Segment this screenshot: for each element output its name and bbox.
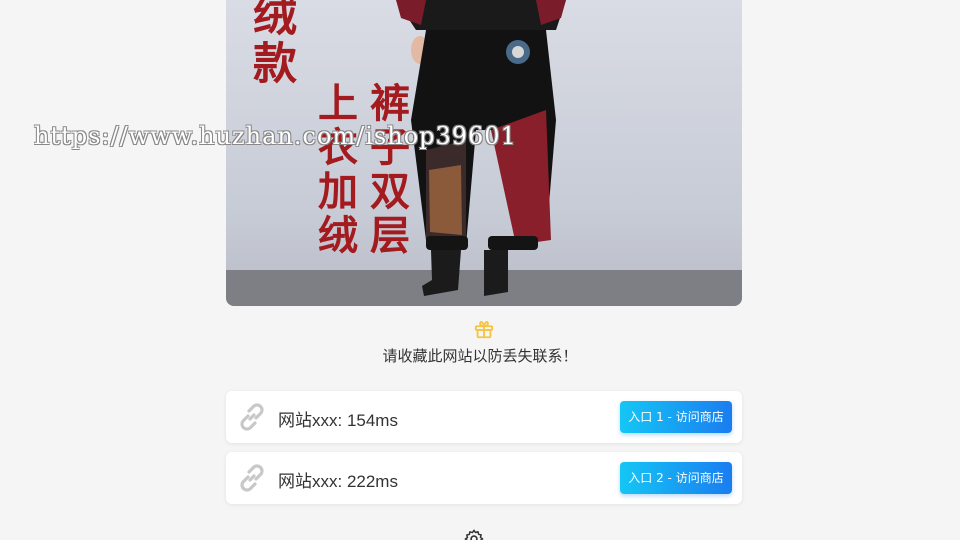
promo-text-2: 上衣加绒: [311, 82, 358, 258]
entry-label-2: 网站xxx: 222ms: [278, 472, 398, 491]
model-figure: [226, 0, 742, 306]
visit-store-button-1[interactable]: 入口 1 - 访问商店: [620, 401, 732, 433]
entry-card-1: 网站xxx: 154ms 入口 1 - 访问商店: [226, 391, 742, 443]
link-icon: [240, 403, 264, 431]
promo-text-3: 裤子双层: [363, 82, 410, 258]
gear-icon[interactable]: [463, 528, 485, 540]
entry-card-2: 网站xxx: 222ms 入口 2 - 访问商店: [226, 452, 742, 504]
promo-text-1: 绒款: [245, 0, 296, 88]
product-image: 绒款 上衣加绒 裤子双层: [226, 0, 742, 306]
entry-label-1: 网站xxx: 154ms: [278, 411, 398, 430]
gift-icon: [474, 320, 494, 339]
bookmark-notice: 请收藏此网站以防丢失联系！: [382, 347, 578, 365]
visit-store-button-2[interactable]: 入口 2 - 访问商店: [620, 462, 732, 494]
link-icon: [240, 464, 264, 492]
watermark-url: https://www.huzhan.com/ishop39601: [34, 122, 517, 150]
page: 绒款 上衣加绒 裤子双层 https://www.huzhan.com/isho…: [0, 0, 960, 540]
